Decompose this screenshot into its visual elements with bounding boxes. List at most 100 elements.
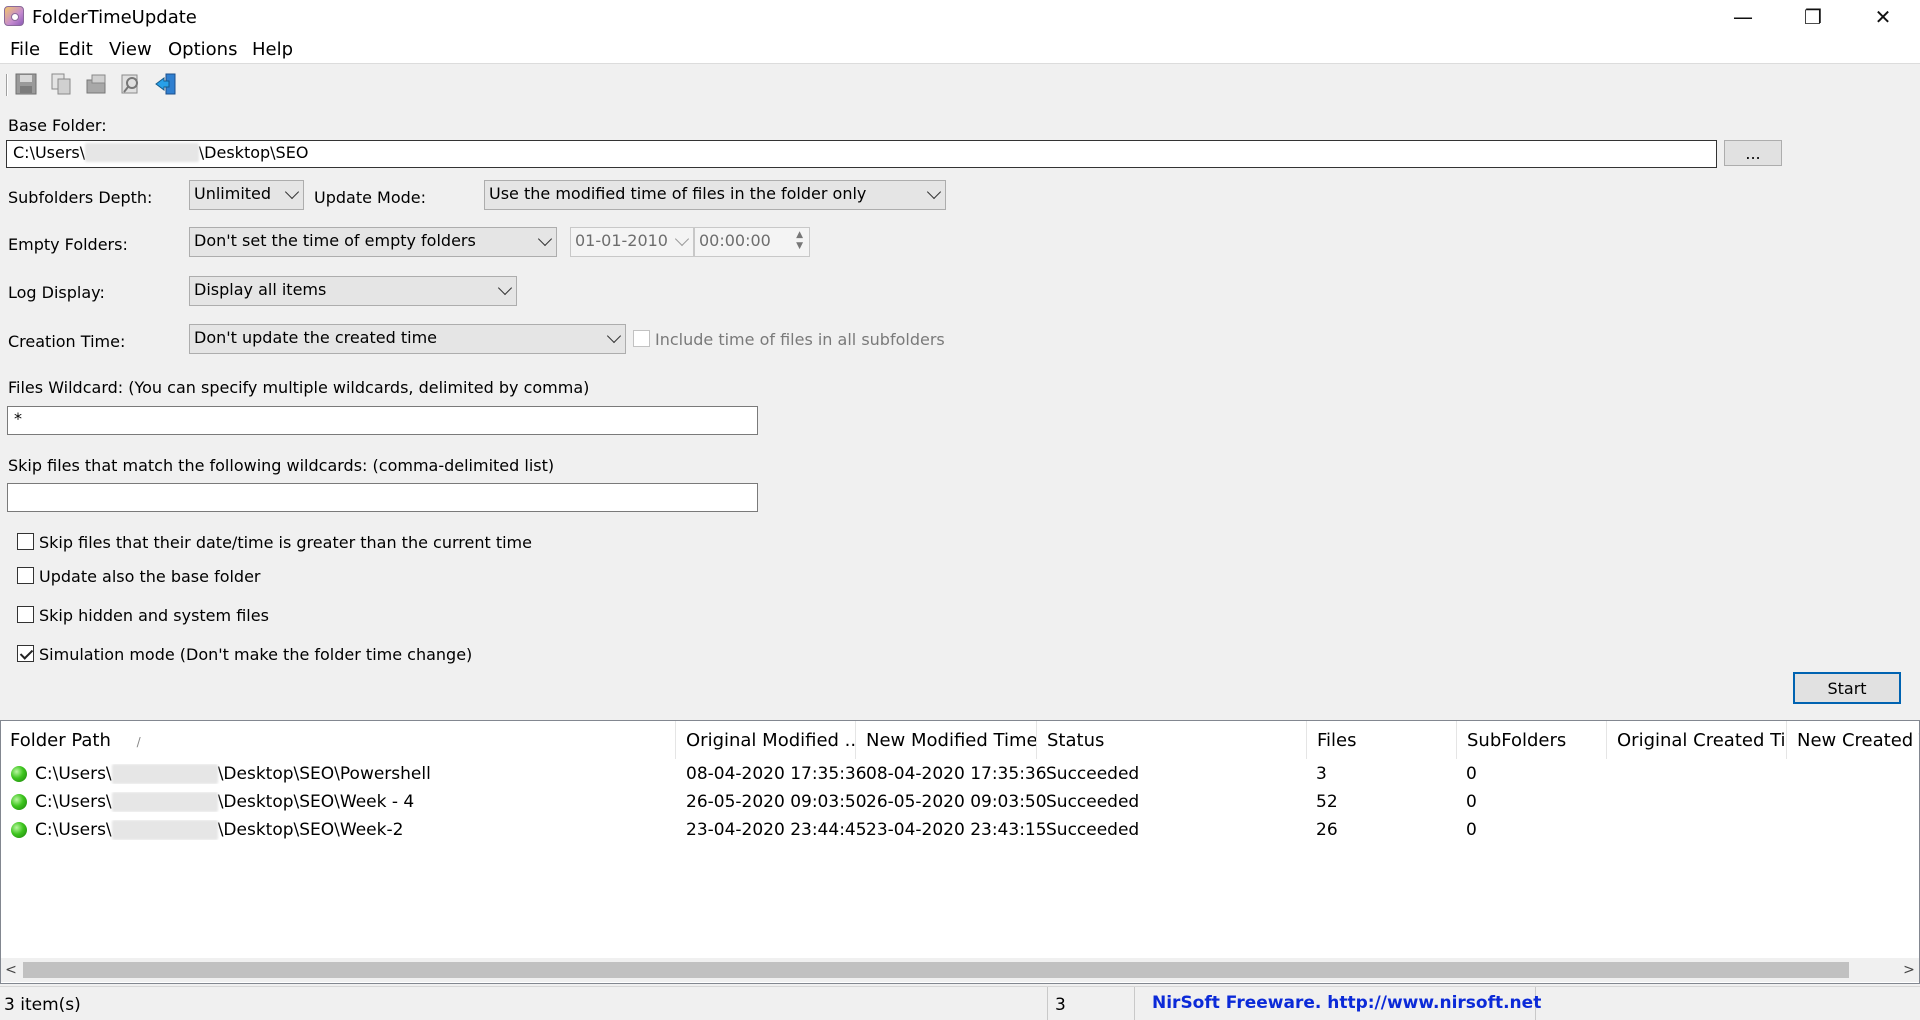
- update-mode-select[interactable]: Use the modified time of files in the fo…: [484, 180, 946, 210]
- cell-original-modified: 08-04-2020 17:35:36: [686, 764, 867, 784]
- chevron-down-icon: [606, 328, 622, 344]
- include-subfolders-label: Include time of files in all subfolders: [655, 330, 945, 349]
- base-folder-prefix: C:\Users\: [13, 143, 86, 162]
- save-icon[interactable]: [14, 72, 38, 96]
- copy-icon[interactable]: [49, 72, 73, 96]
- status-bar: 3 item(s) 3 NirSoft Freeware. http://www…: [0, 986, 1920, 1020]
- creation-time-value: Don't update the created time: [194, 328, 437, 347]
- files-wildcard-input[interactable]: *: [7, 406, 758, 435]
- skip-wildcards-label: Skip files that match the following wild…: [8, 456, 555, 475]
- app-icon: [4, 6, 24, 26]
- status-ok-icon: [11, 766, 27, 782]
- list-header: Folder Path / Original Modified ... New …: [1, 721, 1919, 759]
- status-items-count: 3 item(s): [0, 987, 1048, 1020]
- status-count: 3: [1049, 987, 1135, 1020]
- redacted-username: xxxxxxxxxxxx: [85, 143, 199, 162]
- empty-time-value: 00:00:00: [699, 231, 771, 250]
- column-original-modified[interactable]: Original Modified ...: [677, 721, 856, 759]
- cell-files: 3: [1316, 764, 1327, 784]
- menu-options[interactable]: Options: [168, 39, 237, 60]
- base-folder-label: Base Folder:: [8, 116, 107, 135]
- chevron-down-icon: [284, 184, 300, 200]
- exit-icon[interactable]: [154, 72, 178, 96]
- base-folder-suffix: \Desktop\SEO: [198, 143, 309, 162]
- update-mode-label: Update Mode:: [314, 188, 427, 207]
- properties-icon[interactable]: [84, 72, 108, 96]
- cell-original-modified: 23-04-2020 23:44:45: [686, 820, 867, 840]
- skip-wildcards-input[interactable]: [7, 483, 758, 512]
- empty-folders-select[interactable]: Don't set the time of empty folders: [189, 227, 557, 257]
- log-display-value: Display all items: [194, 280, 327, 299]
- cell-files: 52: [1316, 792, 1338, 812]
- scroll-right-icon[interactable]: >: [1899, 958, 1919, 982]
- menu-edit[interactable]: Edit: [58, 39, 93, 60]
- chevron-down-icon: [537, 231, 553, 247]
- base-folder-input[interactable]: C:\Users\xxxxxxxxxxxx\Desktop\SEO: [6, 140, 1717, 168]
- spin-arrows-icon: ▲ ▼: [796, 230, 803, 251]
- empty-date-picker[interactable]: 01-01-2010: [570, 227, 694, 257]
- cell-new-modified: 26-05-2020 09:03:50: [866, 792, 1047, 812]
- menu-bar: File Edit View Options Help: [0, 36, 1920, 64]
- window-title: FolderTimeUpdate: [32, 7, 197, 28]
- horizontal-scrollbar[interactable]: < >: [1, 958, 1919, 982]
- find-icon[interactable]: [119, 72, 143, 96]
- files-wildcard-label: Files Wildcard: (You can specify multipl…: [8, 378, 590, 397]
- empty-folders-label: Empty Folders:: [8, 235, 128, 254]
- subfolders-depth-select[interactable]: Unlimited: [189, 180, 304, 210]
- empty-date-value: 01-01-2010: [575, 231, 668, 250]
- skip-future-checkbox[interactable]: [17, 533, 34, 550]
- start-button[interactable]: Start: [1793, 672, 1901, 704]
- cell-new-modified: 23-04-2020 23:43:15: [866, 820, 1047, 840]
- log-display-select[interactable]: Display all items: [189, 276, 517, 306]
- skip-hidden-checkbox[interactable]: [17, 606, 34, 623]
- simulation-mode-label: Simulation mode (Don't make the folder t…: [39, 645, 473, 664]
- toolbar-separator: [6, 74, 8, 96]
- simulation-mode-checkbox[interactable]: [17, 645, 34, 662]
- cell-new-modified: 08-04-2020 17:35:36: [866, 764, 1047, 784]
- column-original-created[interactable]: Original Created Ti...: [1608, 721, 1787, 759]
- creation-time-select[interactable]: Don't update the created time: [189, 324, 626, 354]
- skip-hidden-label: Skip hidden and system files: [39, 606, 269, 625]
- nirsoft-link-text[interactable]: NirSoft Freeware. http://www.nirsoft.net: [1152, 993, 1541, 1013]
- column-new-created[interactable]: New Created Ti: [1788, 721, 1919, 759]
- cell-folder-path: C:\Users\xxxxxx xxxx\Desktop\SEO\Week - …: [35, 792, 415, 812]
- menu-view[interactable]: View: [109, 39, 152, 60]
- column-subfolders[interactable]: SubFolders: [1458, 721, 1607, 759]
- cell-files: 26: [1316, 820, 1338, 840]
- results-list[interactable]: Folder Path / Original Modified ... New …: [0, 720, 1920, 984]
- empty-time-spinner[interactable]: 00:00:00 ▲ ▼: [694, 227, 810, 257]
- cell-status: Succeeded: [1046, 764, 1140, 784]
- menu-file[interactable]: File: [10, 39, 40, 60]
- nirsoft-link[interactable]: NirSoft Freeware. http://www.nirsoft.net: [1136, 987, 1541, 1020]
- subfolders-depth-label: Subfolders Depth:: [8, 188, 153, 207]
- column-files[interactable]: Files: [1308, 721, 1457, 759]
- cell-subfolders: 0: [1466, 820, 1477, 840]
- cell-folder-path: C:\Users\xxxxxx xxxx\Desktop\SEO\Week-2: [35, 820, 404, 840]
- restore-button[interactable]: ❐: [1778, 0, 1848, 34]
- update-base-label: Update also the base folder: [39, 567, 261, 586]
- status-ok-icon: [11, 794, 27, 810]
- table-row[interactable]: C:\Users\xxxxxx xxxx\Desktop\SEO\Week-2 …: [1, 816, 1919, 844]
- cell-subfolders: 0: [1466, 764, 1477, 784]
- table-row[interactable]: C:\Users\xxxxxx xxxx\Desktop\SEO\Week - …: [1, 788, 1919, 816]
- cell-status: Succeeded: [1046, 820, 1140, 840]
- skip-future-label: Skip files that their date/time is great…: [39, 533, 532, 552]
- browse-button[interactable]: ...: [1724, 140, 1782, 166]
- update-mode-value: Use the modified time of files in the fo…: [489, 184, 867, 203]
- scroll-left-icon[interactable]: <: [1, 958, 21, 982]
- minimize-button[interactable]: —: [1708, 0, 1778, 34]
- column-folder-path[interactable]: Folder Path /: [1, 721, 676, 759]
- sort-indicator-icon: /: [136, 735, 141, 749]
- cell-subfolders: 0: [1466, 792, 1477, 812]
- include-subfolders-checkbox[interactable]: [633, 330, 650, 347]
- scrollbar-thumb[interactable]: [23, 962, 1849, 978]
- column-new-modified[interactable]: New Modified Time: [857, 721, 1037, 759]
- cell-original-modified: 26-05-2020 09:03:50: [686, 792, 867, 812]
- table-row[interactable]: C:\Users\xxxxxx xxxx\Desktop\SEO\Powersh…: [1, 760, 1919, 788]
- menu-help[interactable]: Help: [252, 39, 293, 60]
- column-status[interactable]: Status: [1038, 721, 1307, 759]
- update-base-checkbox[interactable]: [17, 567, 34, 584]
- creation-time-label: Creation Time:: [8, 332, 126, 351]
- chevron-down-icon: [674, 231, 690, 247]
- close-button[interactable]: ✕: [1848, 0, 1918, 34]
